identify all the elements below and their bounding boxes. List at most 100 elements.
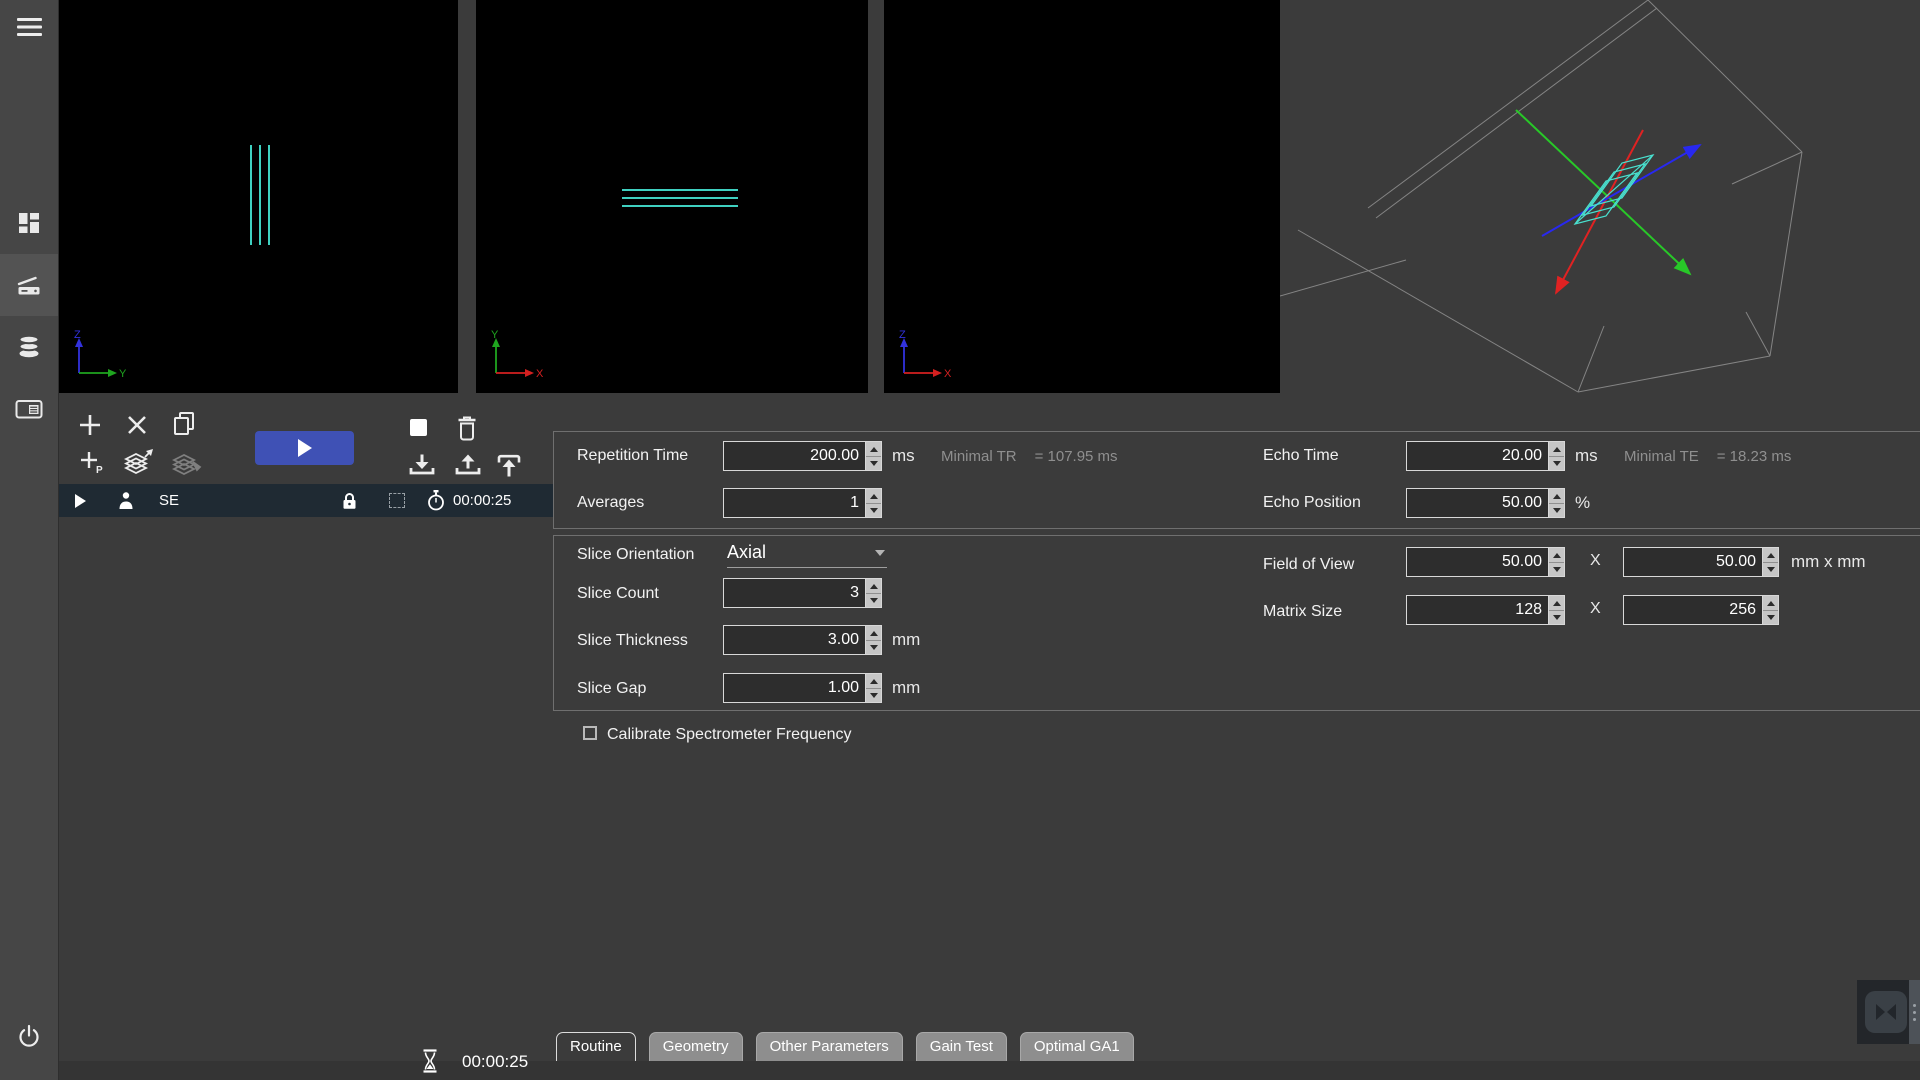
slice-gap-stepper[interactable] [866, 673, 882, 703]
slice-count-stepper[interactable] [866, 578, 882, 608]
matrix-size-label: Matrix Size [1263, 603, 1342, 621]
calibrate-checkbox[interactable] [583, 726, 597, 740]
wireframe-cube [1280, 0, 1802, 392]
delete-icon[interactable] [455, 415, 479, 443]
menu-icon[interactable] [17, 18, 42, 36]
stop-icon[interactable] [410, 419, 427, 436]
viewport-yx[interactable]: Y X [476, 0, 868, 393]
duplicate-icon[interactable] [172, 411, 196, 438]
stopwatch-icon [427, 484, 445, 517]
echo-time-unit: ms [1575, 446, 1598, 466]
tab-other-parameters[interactable]: Other Parameters [756, 1032, 903, 1061]
hourglass-icon [421, 1049, 439, 1073]
svg-text:X: X [944, 368, 952, 380]
add-protocol-icon[interactable]: P [79, 449, 105, 475]
sidebar-item-dashboard[interactable] [0, 192, 58, 254]
slice-thickness-stepper[interactable] [866, 625, 882, 655]
svg-text:Z: Z [74, 329, 81, 341]
matrix-x-input[interactable] [1406, 595, 1549, 625]
slice-orientation-dropdown[interactable]: Axial [727, 539, 887, 568]
widget-logo-icon[interactable] [1865, 991, 1907, 1033]
edit-stack-icon[interactable] [171, 448, 203, 478]
3d-geometry-view[interactable] [1280, 0, 1920, 404]
add-icon[interactable] [78, 413, 102, 437]
slice-gap-input[interactable] [723, 673, 866, 703]
slice-line [622, 197, 738, 199]
timing-panel: Repetition Time ms Minimal TR= 107.95 ms… [553, 431, 1920, 529]
tab-routine[interactable]: Routine [556, 1032, 636, 1061]
run-button[interactable] [255, 431, 354, 465]
echo-position-input[interactable] [1406, 488, 1549, 518]
slice-count-input[interactable] [723, 578, 866, 608]
matrix-x-stepper[interactable] [1549, 595, 1565, 625]
sidebar-item-records[interactable] [0, 378, 58, 440]
echo-time-input[interactable] [1406, 441, 1549, 471]
slice-gap-label: Slice Gap [577, 680, 646, 698]
sequence-name: SE [159, 484, 179, 517]
axis-y-3d [1516, 110, 1690, 274]
export-stack-icon[interactable] [123, 447, 155, 477]
averages-stepper[interactable] [866, 488, 882, 518]
svg-text:X: X [536, 368, 544, 380]
slice-orientation-label: Slice Orientation [577, 546, 694, 564]
tab-optimal-ga1[interactable]: Optimal GA1 [1020, 1032, 1134, 1061]
repetition-time-stepper[interactable] [866, 441, 882, 471]
run-icon [298, 439, 312, 457]
axis-x-3d [1556, 130, 1643, 293]
person-icon [119, 484, 133, 517]
records-icon [15, 397, 43, 421]
download-icon[interactable] [408, 452, 436, 478]
sequence-duration: 00:00:25 [453, 484, 511, 517]
svg-text:Z: Z [899, 329, 906, 341]
fov-x-input[interactable] [1406, 547, 1549, 577]
upload-icon[interactable] [454, 452, 482, 478]
sequence-row[interactable]: SE 00:00:25 [59, 484, 560, 517]
fov-x-stepper[interactable] [1549, 547, 1565, 577]
tab-gain-test[interactable]: Gain Test [916, 1032, 1007, 1061]
footer-strip [59, 1061, 1920, 1080]
scan-elapsed-time: 00:00:25 [462, 1052, 528, 1072]
viewport-zx[interactable]: Z X [884, 0, 1280, 393]
minimal-te-hint: Minimal TE= 18.23 ms [1624, 448, 1791, 465]
svg-text:Y: Y [491, 329, 499, 341]
viewport-zy[interactable]: Z Y [59, 0, 458, 393]
field-of-view-label: Field of View [1263, 556, 1354, 574]
play-icon[interactable] [75, 484, 86, 517]
slice-thickness-input[interactable] [723, 625, 866, 655]
slice-orientation-value: Axial [727, 542, 766, 562]
svg-text:P: P [96, 465, 103, 475]
slice-gap-unit: mm [892, 678, 920, 698]
fov-unit: mm x mm [1791, 552, 1866, 572]
slice-thickness-unit: mm [892, 630, 920, 650]
scanner-icon [16, 274, 42, 296]
echo-position-label: Echo Position [1263, 494, 1361, 512]
slice-count-label: Slice Count [577, 585, 659, 603]
svg-text:Y: Y [119, 368, 127, 380]
echo-time-stepper[interactable] [1549, 441, 1565, 471]
axis-z-3d [1542, 145, 1700, 236]
fov-y-input[interactable] [1623, 547, 1763, 577]
lock-icon[interactable] [342, 484, 357, 517]
upload-top-icon[interactable] [495, 453, 523, 480]
slice-line [622, 205, 738, 207]
widget-drag-handle[interactable] [1909, 980, 1920, 1044]
matrix-y-input[interactable] [1623, 595, 1763, 625]
matrix-y-stepper[interactable] [1763, 595, 1779, 625]
sidebar-item-database[interactable] [0, 316, 58, 378]
repetition-time-input[interactable] [723, 441, 866, 471]
echo-position-stepper[interactable] [1549, 488, 1565, 518]
power-icon[interactable] [16, 1023, 42, 1049]
axis-indicator: Z Y [67, 329, 129, 385]
fov-y-stepper[interactable] [1763, 547, 1779, 577]
echo-position-unit: % [1575, 493, 1590, 513]
tab-geometry[interactable]: Geometry [649, 1032, 743, 1061]
echo-time-label: Echo Time [1263, 447, 1339, 465]
corner-widget[interactable] [1857, 980, 1920, 1044]
selection-icon[interactable] [389, 484, 405, 517]
database-icon [16, 334, 42, 360]
sidebar-item-scanner[interactable] [0, 254, 58, 316]
averages-label: Averages [577, 494, 644, 512]
averages-input[interactable] [723, 488, 866, 518]
calibrate-checkbox-label[interactable]: Calibrate Spectrometer Frequency [607, 726, 852, 744]
remove-icon[interactable] [125, 413, 149, 437]
